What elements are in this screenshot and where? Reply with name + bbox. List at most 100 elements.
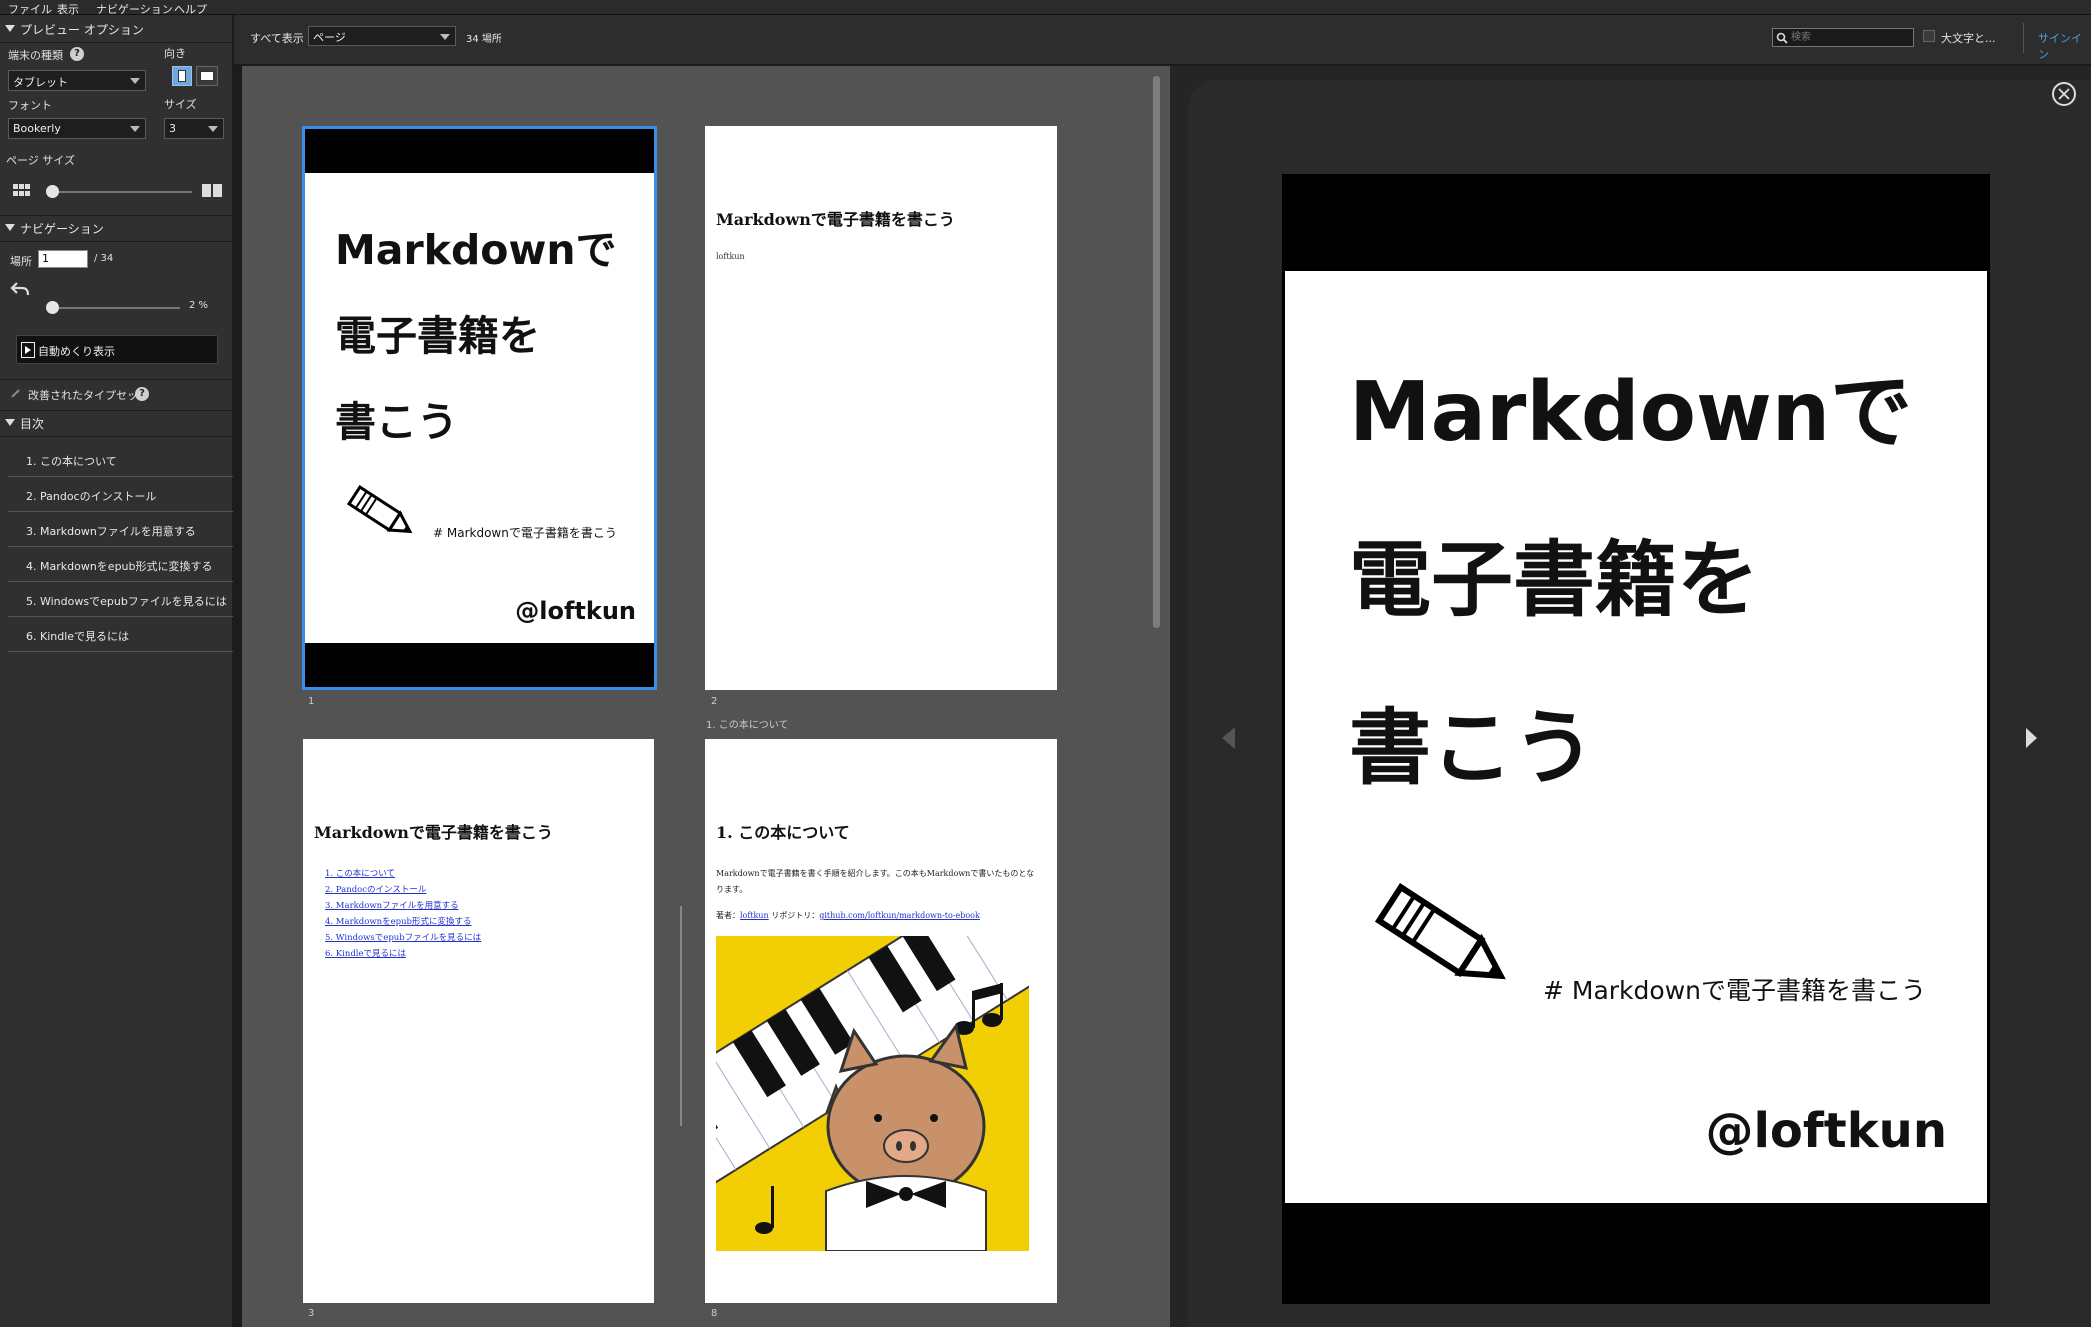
previous-page-arrow-icon[interactable]	[1222, 727, 1235, 749]
size-value: 3	[169, 122, 176, 135]
toc-item[interactable]: 2. Pandocのインストール	[8, 477, 233, 512]
toc-item[interactable]: 6. Kindleで見るには	[8, 617, 233, 652]
preview-options-header[interactable]: プレビュー オプション	[0, 19, 233, 39]
toc-item[interactable]: 5. Windowsでepubファイルを見るには	[8, 582, 233, 617]
collapse-triangle-icon	[5, 419, 15, 426]
page-thumbnail-chapter[interactable]: 1. この本について Markdownで電子書籍を書く手順を紹介します。この本も…	[705, 739, 1057, 1303]
repo-link[interactable]: github.com/loftkun/markdown-to-ebook	[819, 911, 980, 920]
next-page-arrow-icon[interactable]	[2026, 728, 2037, 748]
preview-author: @loftkun	[1705, 1103, 1947, 1159]
sign-in-link[interactable]: サインイン	[2038, 30, 2091, 62]
close-icon	[2058, 88, 2070, 100]
search-box[interactable]	[1772, 28, 1914, 47]
close-preview-button[interactable]	[2052, 82, 2076, 106]
preview-title-line: 書こう	[1349, 701, 1596, 796]
toc-page-link[interactable]: 2. Pandocのインストール	[325, 882, 481, 898]
page-number: 2	[711, 696, 718, 707]
size-label: サイズ	[164, 98, 197, 111]
toc-item-label: 4. Markdownをepub形式に変換する	[26, 560, 213, 573]
portrait-orientation-button[interactable]	[172, 66, 192, 86]
back-arrow-icon[interactable]	[10, 281, 30, 297]
divider	[0, 241, 233, 242]
chapter-credits: 著者：loftkun リポジトリ：github.com/loftkun/mark…	[716, 910, 980, 921]
auto-page-turn-label: 自動めくり表示	[38, 345, 115, 358]
device-type-select[interactable]: タブレット	[8, 70, 146, 91]
preview-options-label: プレビュー オプション	[20, 23, 144, 37]
size-select[interactable]: 3	[164, 118, 224, 139]
preview-page: Markdownで 電子書籍を 書こう # Markdownで電子書籍を書こう	[1285, 271, 1987, 1203]
location-label: 場所	[10, 255, 32, 268]
preview-pane: Markdownで 電子書籍を 書こう # Markdownで電子書籍を書こう	[1170, 66, 2091, 1327]
toc-item-label: 2. Pandocのインストール	[26, 490, 157, 503]
cover-top-band	[305, 129, 654, 173]
toc-header[interactable]: 目次	[0, 413, 233, 433]
page-number: 8	[711, 1308, 718, 1319]
landscape-orientation-button[interactable]	[196, 66, 218, 86]
progress-slider-track[interactable]	[48, 307, 180, 309]
toc-page-link[interactable]: 6. Kindleで見るには	[325, 946, 481, 962]
preview-cover-title: Markdownで 電子書籍を 書こう	[1349, 329, 1912, 833]
show-all-label: すべて表示	[250, 32, 304, 45]
orientation-label: 向き	[164, 47, 186, 60]
collapse-triangle-icon	[5, 224, 15, 231]
toc-item[interactable]: 1. この本について	[8, 442, 233, 477]
auto-page-turn-button[interactable]: 自動めくり表示	[16, 335, 218, 364]
chapter-body: Markdownで電子書籍を書く手順を紹介します。この本もMarkdownで書い…	[716, 869, 1035, 894]
preview-title-line: 電子書籍を	[1349, 533, 1760, 628]
navigation-header[interactable]: ナビゲーション	[0, 218, 233, 238]
progress-slider-thumb[interactable]	[45, 301, 59, 314]
divider	[0, 436, 233, 437]
device-type-label: 端末の種類	[8, 49, 63, 62]
toc-page-heading: Markdownで電子書籍を書こう	[314, 823, 553, 842]
scrollbar-thumb[interactable]	[1153, 76, 1160, 628]
page-thumbnail-toc[interactable]: Markdownで電子書籍を書こう 1. この本について 2. Pandocのイ…	[303, 739, 654, 1303]
divider	[2023, 23, 2024, 53]
pencil-status-icon	[11, 389, 20, 398]
toc-page-links: 1. この本について 2. Pandocのインストール 3. Markdownフ…	[325, 866, 481, 962]
page-thumbnail-cover[interactable]: Markdownで 電子書籍を 書こう # Markdownで電子書籍を書こう …	[302, 126, 657, 690]
thumbnail-grid: Markdownで 電子書籍を 書こう # Markdownで電子書籍を書こう …	[242, 66, 1170, 1327]
navigation-label: ナビゲーション	[20, 222, 104, 236]
page-thumbnail-title[interactable]: Markdownで電子書籍を書こう loftkun	[705, 126, 1057, 690]
page-size-slider-track[interactable]	[48, 191, 192, 193]
chevron-down-icon	[130, 126, 140, 132]
toc-item[interactable]: 4. Markdownをepub形式に変換する	[8, 547, 233, 582]
page-size-slider-thumb[interactable]	[46, 185, 59, 198]
chevron-down-icon	[130, 78, 140, 84]
enhanced-typesetting-label: 改善されたタイプセット	[28, 389, 149, 402]
title-page-heading: Markdownで電子書籍を書こう	[716, 210, 955, 229]
case-sensitive-label: 大文字と...	[1941, 32, 1996, 45]
help-icon[interactable]: ?	[135, 387, 149, 401]
case-sensitive-checkbox[interactable]	[1923, 30, 1935, 42]
toc-label: 目次	[20, 417, 45, 431]
grid-large-icon[interactable]	[202, 184, 222, 197]
splitter-handle[interactable]	[680, 906, 682, 1126]
toc-page-link[interactable]: 3. Markdownファイルを用意する	[325, 898, 481, 914]
chapter-heading: 1. この本について	[716, 823, 850, 842]
cover-title: Markdownで 電子書籍を 書こう	[335, 207, 617, 465]
page-number: 3	[308, 1308, 315, 1319]
divider	[0, 379, 233, 380]
toc-item[interactable]: 3. Markdownファイルを用意する	[8, 512, 233, 547]
toc-page-link[interactable]: 1. この本について	[325, 866, 481, 882]
repo-label: リポジトリ：	[768, 911, 820, 920]
toc-page-link[interactable]: 5. Windowsでepubファイルを見るには	[325, 930, 481, 946]
toc-page-link[interactable]: 4. Markdownをepub形式に変換する	[325, 914, 481, 930]
divider	[0, 42, 233, 43]
grid-small-icon[interactable]	[13, 184, 31, 198]
location-count: 34 場所	[466, 34, 502, 45]
location-input[interactable]: 1	[38, 250, 88, 268]
help-icon[interactable]: ?	[70, 47, 84, 61]
menu-bar: ファイル 表示 ナビゲーション ヘルプ	[0, 0, 2091, 16]
portrait-icon	[178, 70, 186, 82]
toc-item-label: 6. Kindleで見るには	[26, 630, 130, 643]
font-value: Bookerly	[13, 122, 61, 135]
preview-hashtag: # Markdownで電子書籍を書こう	[1543, 976, 1926, 1005]
cover-title-line: 書こう	[335, 398, 458, 446]
view-mode-select[interactable]: ページ	[308, 26, 456, 46]
font-select[interactable]: Bookerly	[8, 118, 146, 139]
cover-title-line: 電子書籍を	[335, 312, 540, 360]
author-link[interactable]: loftkun	[740, 911, 769, 920]
search-input[interactable]	[1791, 30, 1909, 45]
title-page-author: loftkun	[716, 252, 745, 261]
